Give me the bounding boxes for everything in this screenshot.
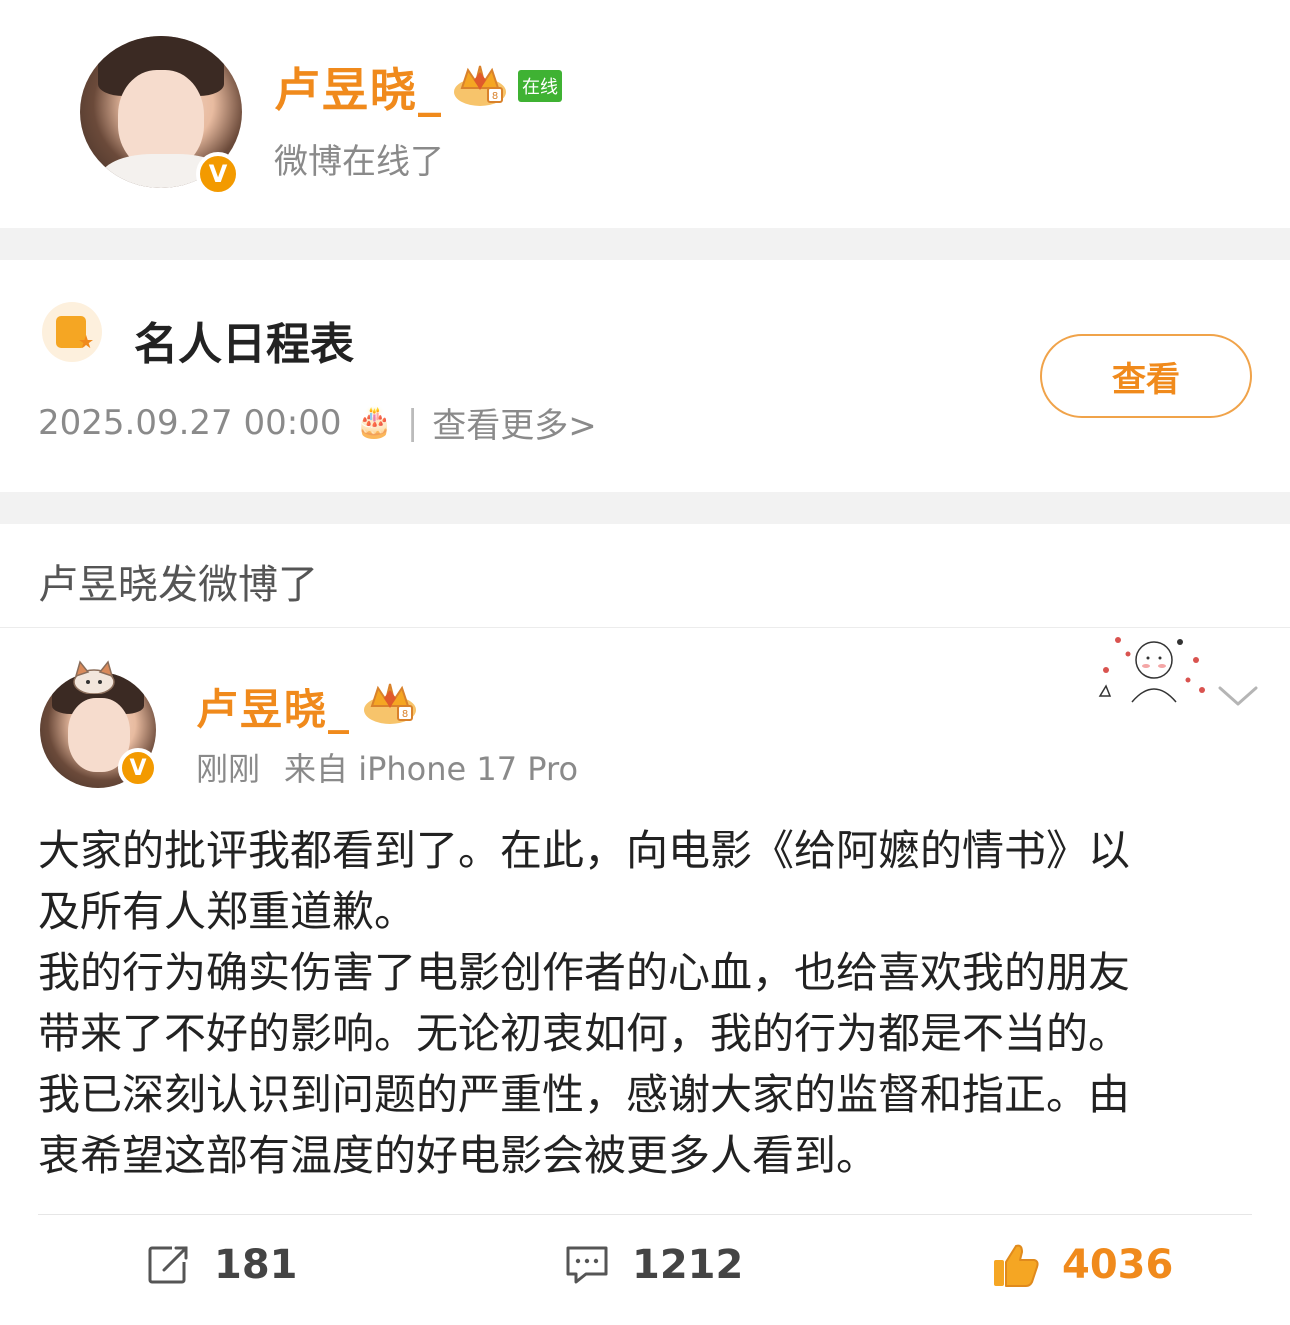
comment-button[interactable]: 1212	[564, 1242, 743, 1288]
section-separator	[0, 228, 1290, 260]
crown-badge-icon[interactable]: 8	[452, 62, 508, 108]
post-time: 刚刚	[196, 750, 261, 788]
repost-count: 181	[214, 1242, 298, 1288]
verified-badge: V	[196, 152, 240, 196]
view-button[interactable]: 查看	[1040, 334, 1252, 418]
repost-icon	[148, 1246, 188, 1284]
section-separator	[0, 492, 1290, 524]
view-more-link[interactable]: 查看更多>	[432, 398, 597, 447]
comment-count: 1212	[632, 1242, 744, 1288]
like-count: 4036	[1062, 1242, 1174, 1288]
crown-badge-icon[interactable]: 8	[362, 680, 418, 726]
post-divider	[38, 1214, 1252, 1215]
like-button[interactable]: 4036	[992, 1242, 1173, 1288]
verified-badge: V	[118, 748, 158, 788]
posted-banner-text: 卢昱晓发微博了	[38, 562, 318, 608]
post-body: 大家的批评我都看到了。在此，向电影《给阿嬷的情书》以 及所有人郑重道歉。 我的行…	[38, 826, 1131, 1180]
comment-icon	[566, 1246, 608, 1284]
cat-ears-icon	[73, 660, 115, 694]
like-icon	[994, 1244, 1039, 1287]
svg-text:8: 8	[492, 91, 498, 102]
meta-separator: |	[406, 402, 419, 443]
cake-icon: 🎂	[355, 405, 393, 440]
post-meta: 刚刚 来自 iPhone 17 Pro	[196, 744, 578, 790]
chevron-down-icon[interactable]	[1218, 684, 1258, 708]
svg-text:8: 8	[402, 709, 408, 720]
sticker-icon	[1098, 637, 1205, 703]
schedule-datetime: 2025.09.27 00:00	[38, 402, 342, 443]
post-source: 来自 iPhone 17 Pro	[284, 750, 579, 788]
online-status-text: 微博在线了	[274, 142, 444, 182]
profile-username[interactable]: 卢昱晓_	[274, 54, 443, 120]
calendar-star-icon: ★	[42, 302, 102, 362]
post-username[interactable]: 卢昱晓_	[196, 676, 351, 737]
schedule-meta: 2025.09.27 00:00 🎂 | 查看更多>	[38, 398, 597, 447]
repost-button[interactable]: 181	[146, 1242, 298, 1288]
schedule-title: 名人日程表	[134, 319, 354, 370]
online-tag: 在线	[518, 70, 562, 102]
